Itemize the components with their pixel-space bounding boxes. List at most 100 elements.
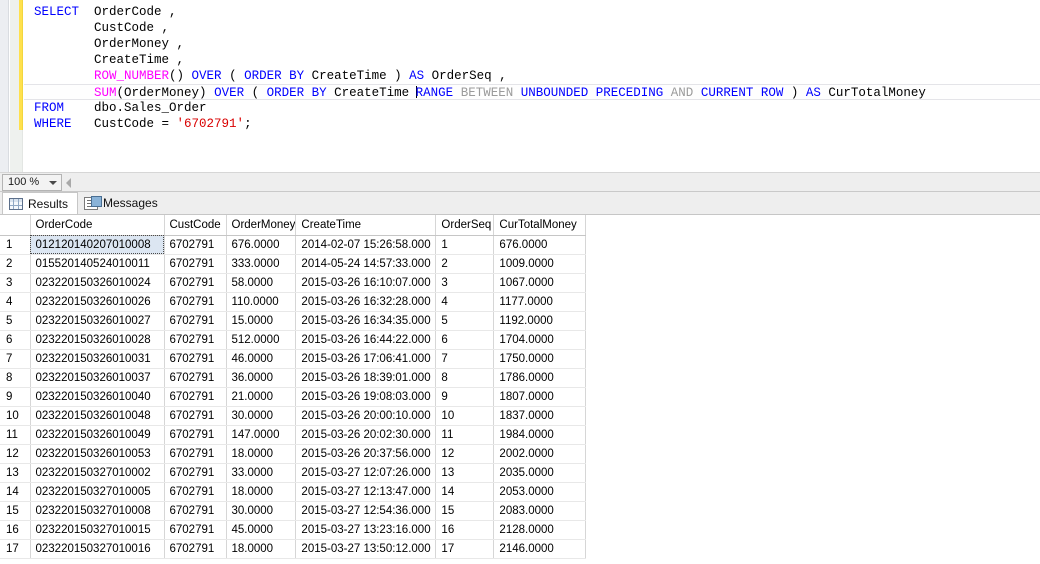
- cell-ordermoney[interactable]: 110.0000: [226, 292, 297, 312]
- cell-custcode[interactable]: 6702791: [164, 463, 227, 483]
- column-header-custcode[interactable]: CustCode: [164, 215, 227, 236]
- cell-createtime[interactable]: 2015-03-27 12:07:26.000: [295, 463, 437, 483]
- scroll-left-arrow-icon[interactable]: [66, 178, 71, 188]
- cell-createtime[interactable]: 2015-03-26 19:08:03.000: [295, 387, 437, 407]
- cell-createtime[interactable]: 2015-03-26 20:37:56.000: [295, 444, 437, 464]
- row-number-cell[interactable]: 8: [0, 368, 31, 388]
- cell-ordermoney[interactable]: 147.0000: [226, 425, 297, 445]
- cell-createtime[interactable]: 2015-03-26 16:10:07.000: [295, 273, 437, 293]
- cell-curtotalmoney[interactable]: 1009.0000: [493, 254, 587, 274]
- cell-orderseq[interactable]: 10: [435, 406, 495, 426]
- cell-ordermoney[interactable]: 30.0000: [226, 406, 297, 426]
- cell-orderseq[interactable]: 8: [435, 368, 495, 388]
- cell-custcode[interactable]: 6702791: [164, 406, 227, 426]
- cell-custcode[interactable]: 6702791: [164, 425, 227, 445]
- sql-code-text[interactable]: SELECT OrderCode , CustCode , OrderMoney…: [24, 0, 1040, 172]
- row-number-cell[interactable]: 16: [0, 520, 31, 540]
- cell-ordercode[interactable]: 023220150326010028: [30, 330, 165, 350]
- cell-ordercode[interactable]: 023220150326010026: [30, 292, 165, 312]
- cell-ordermoney[interactable]: 18.0000: [226, 539, 297, 559]
- cell-orderseq[interactable]: 17: [435, 539, 495, 559]
- cell-orderseq[interactable]: 12: [435, 444, 495, 464]
- cell-custcode[interactable]: 6702791: [164, 482, 227, 502]
- row-number-cell[interactable]: 6: [0, 330, 31, 350]
- tab-messages[interactable]: Messages: [78, 192, 167, 214]
- table-row[interactable]: 11 023220150326010049 6702791 147.0000 2015-…: [0, 425, 587, 445]
- cell-ordercode[interactable]: 023220150327010005: [30, 482, 165, 502]
- row-number-cell[interactable]: 10: [0, 406, 31, 426]
- row-number-cell[interactable]: 1: [0, 235, 31, 255]
- cell-createtime[interactable]: 2015-03-26 17:06:41.000: [295, 349, 437, 369]
- row-number-cell[interactable]: 9: [0, 387, 31, 407]
- table-row[interactable]: 9 023220150326010040 6702791 21.0000 2015-03…: [0, 387, 587, 407]
- cell-orderseq[interactable]: 4: [435, 292, 495, 312]
- cell-curtotalmoney[interactable]: 1837.0000: [493, 406, 587, 426]
- cell-ordermoney[interactable]: 18.0000: [226, 444, 297, 464]
- results-grid[interactable]: OrderCode CustCode OrderMoney CreateTime Ord…: [0, 215, 587, 559]
- cell-custcode[interactable]: 6702791: [164, 368, 227, 388]
- table-row[interactable]: 15 023220150327010008 6702791 30.0000 2015-0…: [0, 501, 587, 521]
- column-header-ordermoney[interactable]: OrderMoney: [226, 215, 297, 236]
- cell-ordercode[interactable]: 023220150326010027: [30, 311, 165, 331]
- table-row[interactable]: 12 023220150326010053 6702791 18.0000 2015-0…: [0, 444, 587, 464]
- row-number-cell[interactable]: 4: [0, 292, 31, 312]
- cell-curtotalmoney[interactable]: 2083.0000: [493, 501, 587, 521]
- cell-custcode[interactable]: 6702791: [164, 520, 227, 540]
- cell-createtime[interactable]: 2015-03-26 18:39:01.000: [295, 368, 437, 388]
- cell-ordermoney[interactable]: 36.0000: [226, 368, 297, 388]
- cell-custcode[interactable]: 6702791: [164, 235, 227, 255]
- cell-ordermoney[interactable]: 512.0000: [226, 330, 297, 350]
- row-number-cell[interactable]: 7: [0, 349, 31, 369]
- chevron-down-icon[interactable]: [49, 181, 57, 185]
- cell-curtotalmoney[interactable]: 1750.0000: [493, 349, 587, 369]
- table-row[interactable]: 8 023220150326010037 6702791 36.0000 2015-03…: [0, 368, 587, 388]
- cell-orderseq[interactable]: 3: [435, 273, 495, 293]
- cell-orderseq[interactable]: 16: [435, 520, 495, 540]
- row-number-cell[interactable]: 13: [0, 463, 31, 483]
- table-row[interactable]: 1 012120140207010008 6702791 676.0000 2014-0…: [0, 235, 587, 255]
- column-header-createtime[interactable]: CreateTime: [295, 215, 437, 236]
- cell-curtotalmoney[interactable]: 2002.0000: [493, 444, 587, 464]
- cell-createtime[interactable]: 2015-03-26 20:00:10.000: [295, 406, 437, 426]
- cell-orderseq[interactable]: 7: [435, 349, 495, 369]
- tab-results[interactable]: Results: [2, 192, 79, 214]
- cell-custcode[interactable]: 6702791: [164, 273, 227, 293]
- row-number-cell[interactable]: 2: [0, 254, 31, 274]
- cell-ordermoney[interactable]: 333.0000: [226, 254, 297, 274]
- cell-ordercode[interactable]: 023220150326010053: [30, 444, 165, 464]
- table-row[interactable]: 10 023220150326010048 6702791 30.0000 2015-0…: [0, 406, 587, 426]
- cell-custcode[interactable]: 6702791: [164, 387, 227, 407]
- table-row[interactable]: 14 023220150327010005 6702791 18.0000 2015-0…: [0, 482, 587, 502]
- cell-ordercode[interactable]: 023220150326010037: [30, 368, 165, 388]
- cell-ordercode[interactable]: 023220150327010015: [30, 520, 165, 540]
- cell-curtotalmoney[interactable]: 676.0000: [493, 235, 587, 255]
- cell-custcode[interactable]: 6702791: [164, 330, 227, 350]
- cell-createtime[interactable]: 2015-03-27 12:13:47.000: [295, 482, 437, 502]
- cell-curtotalmoney[interactable]: 1807.0000: [493, 387, 587, 407]
- cell-ordermoney[interactable]: 15.0000: [226, 311, 297, 331]
- cell-curtotalmoney[interactable]: 2128.0000: [493, 520, 587, 540]
- results-grid-area[interactable]: OrderCode CustCode OrderMoney CreateTime Ord…: [0, 214, 1040, 564]
- cell-orderseq[interactable]: 1: [435, 235, 495, 255]
- row-number-cell[interactable]: 17: [0, 539, 31, 559]
- cell-ordercode[interactable]: 023220150326010024: [30, 273, 165, 293]
- cell-curtotalmoney[interactable]: 2146.0000: [493, 539, 587, 559]
- row-number-cell[interactable]: 3: [0, 273, 31, 293]
- table-row[interactable]: 7 023220150326010031 6702791 46.0000 2015-03…: [0, 349, 587, 369]
- cell-createtime[interactable]: 2015-03-27 13:23:16.000: [295, 520, 437, 540]
- table-row[interactable]: 3 023220150326010024 6702791 58.0000 2015-03…: [0, 273, 587, 293]
- cell-orderseq[interactable]: 2: [435, 254, 495, 274]
- zoom-level-combobox[interactable]: 100 %: [2, 174, 62, 191]
- cell-custcode[interactable]: 6702791: [164, 501, 227, 521]
- sql-editor-pane[interactable]: SELECT OrderCode , CustCode , OrderMoney…: [0, 0, 1040, 172]
- table-row[interactable]: 5 023220150326010027 6702791 15.0000 2015-03…: [0, 311, 587, 331]
- cell-createtime[interactable]: 2015-03-26 20:02:30.000: [295, 425, 437, 445]
- cell-curtotalmoney[interactable]: 2053.0000: [493, 482, 587, 502]
- cell-curtotalmoney[interactable]: 2035.0000: [493, 463, 587, 483]
- cell-custcode[interactable]: 6702791: [164, 349, 227, 369]
- cell-custcode[interactable]: 6702791: [164, 444, 227, 464]
- cell-ordermoney[interactable]: 21.0000: [226, 387, 297, 407]
- table-row[interactable]: 4 023220150326010026 6702791 110.0000 2015-0…: [0, 292, 587, 312]
- cell-orderseq[interactable]: 6: [435, 330, 495, 350]
- table-row[interactable]: 6 023220150326010028 6702791 512.0000 2015-0…: [0, 330, 587, 350]
